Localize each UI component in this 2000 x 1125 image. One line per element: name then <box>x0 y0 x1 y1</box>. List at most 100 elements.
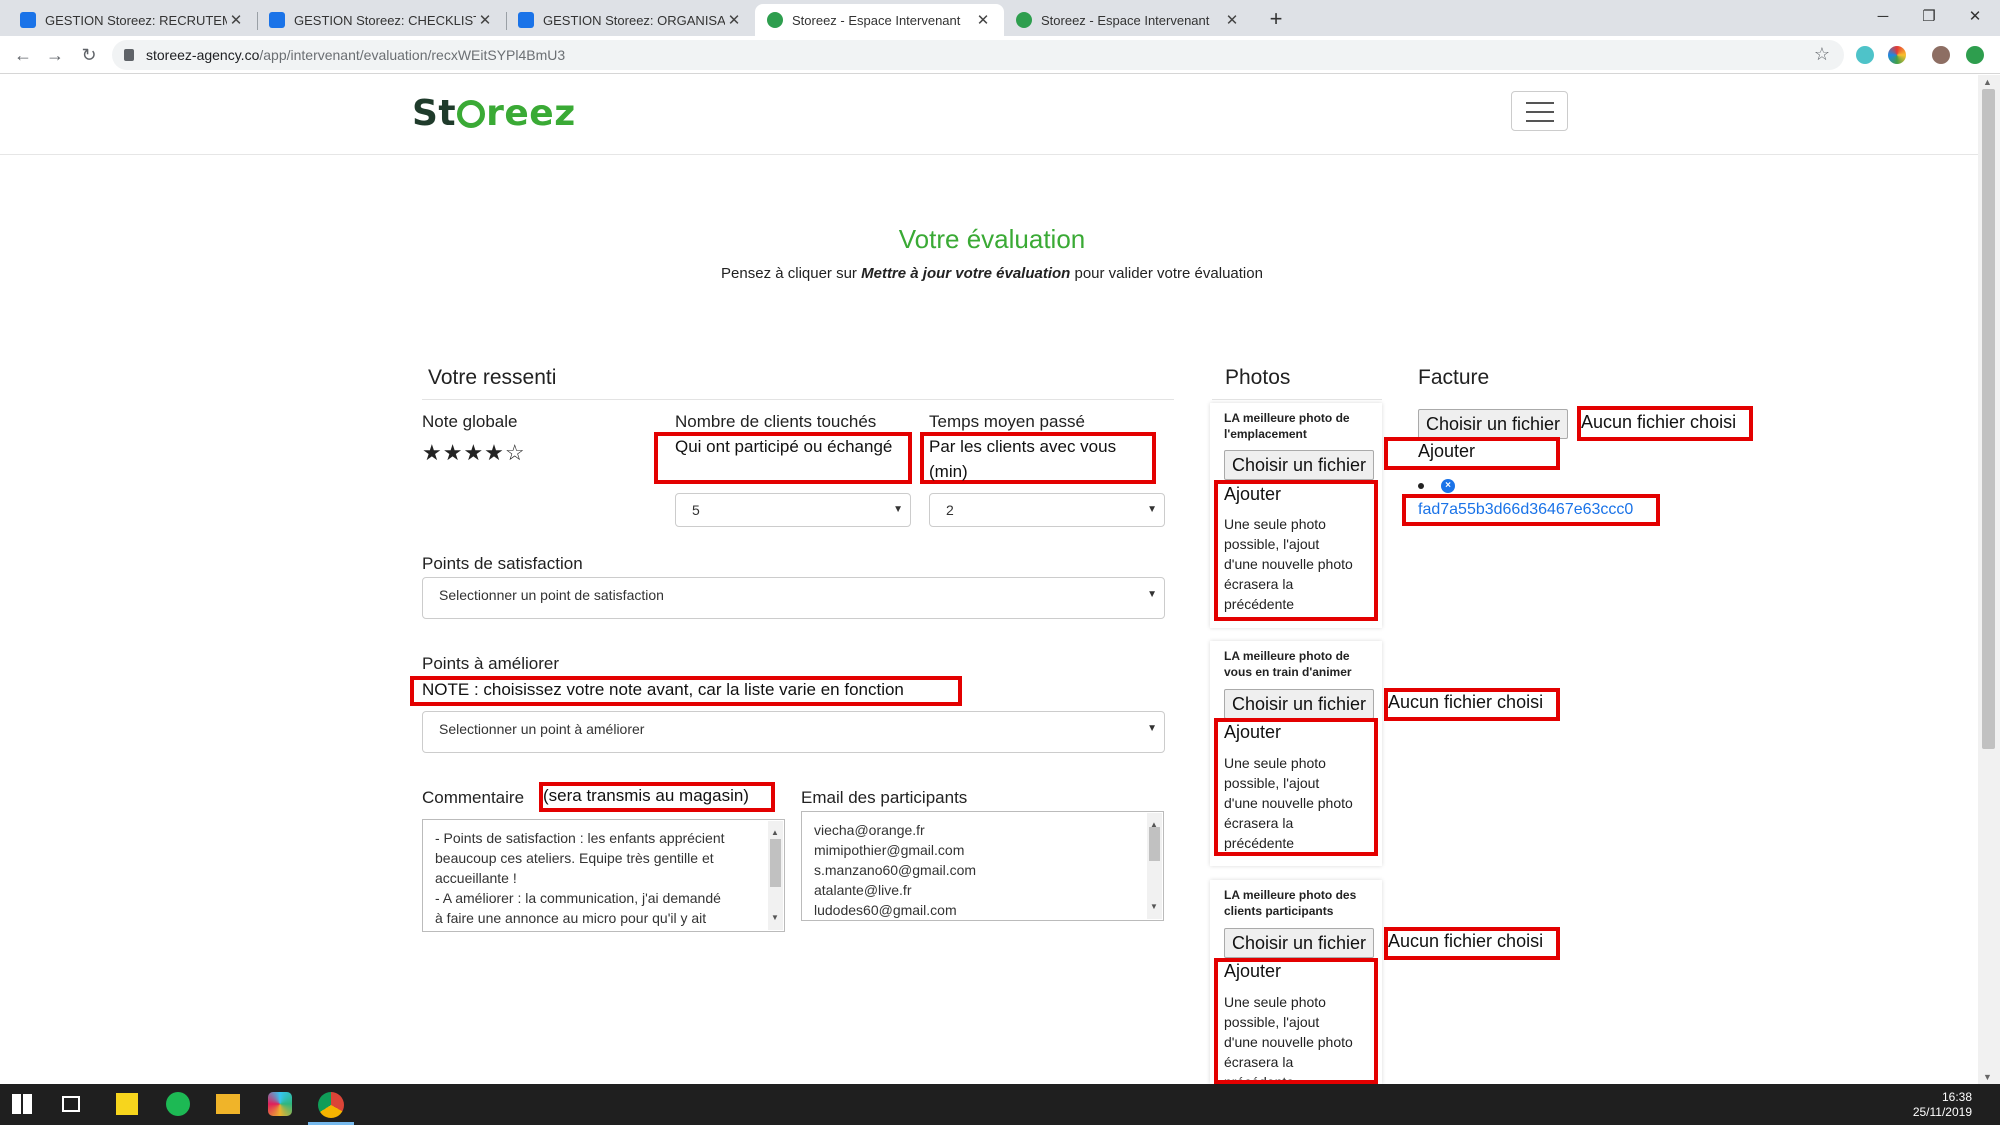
address-bar[interactable]: storeez-agency.co /app/intervenant/evalu… <box>112 40 1844 70</box>
email-line: s.manzano60@gmail.com <box>814 862 977 878</box>
photo-hint: Une seule photo possible, l'ajout d'une no… <box>1224 755 1353 851</box>
star-rating[interactable]: ★★★★☆ <box>422 440 526 466</box>
no-file-chosen-label: Aucun fichier choisi <box>1388 931 1544 951</box>
choose-file-button[interactable]: Choisir un fichier <box>1418 409 1569 439</box>
dropdown-arrow-icon: ▼ <box>1147 723 1157 734</box>
windows-start-icon[interactable] <box>12 1094 32 1114</box>
storeez-logo[interactable]: St reez <box>412 93 576 134</box>
add-photo-button[interactable]: Ajouter <box>1224 722 1281 743</box>
close-tab-icon[interactable]: ✕ <box>725 11 743 29</box>
add-photo-button[interactable]: Ajouter <box>1224 961 1281 982</box>
hamburger-line <box>1526 111 1554 113</box>
browser-tab[interactable]: GESTION Storeez: RECRUTEMENT ✕ <box>8 4 257 36</box>
email-label: Email des participants <box>801 788 968 807</box>
scroll-down-icon[interactable]: ▼ <box>1983 1072 1992 1082</box>
emails-textarea[interactable]: viecha@orange.fr mimipothier@gmail.com s… <box>801 811 1164 921</box>
ressenti-section-title: Votre ressenti <box>428 366 557 389</box>
color-extension-icon[interactable] <box>1888 46 1906 64</box>
tasks-icon <box>269 12 285 28</box>
browser-toolbar: ← → ↻ storeez-agency.co /app/intervenant… <box>0 36 2000 74</box>
photo-hint: Une seule photo possible, l'ajout d'une no… <box>1224 516 1353 612</box>
hamburger-line <box>1526 120 1554 122</box>
spotify-icon[interactable] <box>166 1092 190 1116</box>
ameliorer-label: Points à améliorer <box>422 654 560 673</box>
browser-tab[interactable]: GESTION Storeez: CHECKLISTS OP ✕ <box>257 4 506 36</box>
choose-file-button[interactable]: Choisir un fichier <box>1224 450 1375 480</box>
email-line: mimipothier@gmail.com <box>814 842 965 858</box>
close-tab-icon[interactable]: ✕ <box>476 11 494 29</box>
slack-icon[interactable] <box>268 1092 292 1116</box>
reload-icon[interactable]: ↻ <box>76 42 102 68</box>
sticky-notes-icon[interactable] <box>116 1093 138 1115</box>
tab-title: Storeez - Espace Intervenant <box>1041 12 1210 28</box>
forward-icon[interactable]: → <box>42 42 68 68</box>
page-title: Votre évaluation <box>898 224 1086 254</box>
no-file-chosen-label: Aucun fichier choisi <box>1388 692 1544 712</box>
clients-label: Nombre de clients touchés <box>675 412 877 431</box>
system-clock[interactable]: 16:38 25/11/2019 <box>1913 1090 1972 1120</box>
browser-tab[interactable]: Storeez - Espace Intervenant ✕ <box>1004 4 1253 36</box>
windows-taskbar: 16:38 25/11/2019 <box>0 1084 2000 1125</box>
temps-note: Par les clients avec vous (min) <box>929 437 1117 481</box>
add-photo-button[interactable]: Ajouter <box>1224 484 1281 505</box>
clients-select[interactable]: 5 ▼ <box>675 493 911 527</box>
clients-select-value: 5 <box>692 502 700 518</box>
photo-label: LA meilleure photo de l'emplacement <box>1224 411 1350 441</box>
new-tab-icon[interactable]: + <box>1262 6 1290 34</box>
close-tab-icon[interactable]: ✕ <box>974 11 992 29</box>
browser-tab-active[interactable]: Storeez - Espace Intervenant ✕ <box>755 4 1004 36</box>
email-line: viecha@orange.fr <box>814 822 925 838</box>
uploaded-invoice-link[interactable]: fad7a55b3d66d36467e63ccc0 <box>1418 501 1633 519</box>
commentaire-line: à faire une annonce au micro pour qu'il … <box>435 910 707 926</box>
temps-label: Temps moyen passé <box>929 412 1085 431</box>
tasks-icon <box>518 12 534 28</box>
task-view-icon[interactable] <box>62 1096 80 1112</box>
photo-hint: Une seule photo possible, l'ajout d'une no… <box>1224 994 1353 1080</box>
textarea-scrollbar[interactable]: ▲ ▼ <box>768 821 783 930</box>
site-header: St reez <box>0 75 1978 155</box>
choose-file-button[interactable]: Choisir un fichier <box>1224 928 1375 958</box>
close-window-icon[interactable]: ✕ <box>1952 4 1998 30</box>
logo-o-icon <box>457 100 486 128</box>
photo-label: LA meilleure photo des clients participan… <box>1224 888 1357 918</box>
note-globale-label: Note globale <box>422 412 518 431</box>
list-bullet <box>1418 483 1424 489</box>
ameliorer-note: NOTE : choisissez votre note avant, car … <box>422 680 904 699</box>
email-line: ludodes60@gmail.com <box>814 902 957 918</box>
commentaire-label: Commentaire <box>422 788 525 807</box>
lock-icon <box>124 49 134 61</box>
close-tab-icon[interactable]: ✕ <box>227 11 245 29</box>
ameliorer-select[interactable]: Selectionner un point à améliorer ▼ <box>422 711 1165 753</box>
scroll-up-icon[interactable]: ▲ <box>1983 77 1992 87</box>
hamburger-line <box>1526 102 1554 104</box>
tab-title: GESTION Storeez: CHECKLISTS OP <box>294 12 476 28</box>
scrollbar-thumb[interactable] <box>1982 89 1995 749</box>
bookmark-star-icon[interactable]: ☆ <box>1814 44 1830 65</box>
avatar[interactable] <box>1932 46 1950 64</box>
textarea-scrollbar[interactable]: ▲ ▼ <box>1147 813 1162 919</box>
restore-icon[interactable]: ❐ <box>1906 4 1952 30</box>
file-explorer-icon[interactable] <box>216 1094 240 1114</box>
browser-tab[interactable]: GESTION Storeez: ORGANISATION ✕ <box>506 4 755 36</box>
commentaire-line: beaucoup ces ateliers. Equipe très genti… <box>435 850 714 866</box>
dropdown-arrow-icon: ▼ <box>1147 504 1157 515</box>
add-facture-button[interactable]: Ajouter <box>1418 441 1475 462</box>
back-icon[interactable]: ← <box>10 42 36 68</box>
satisfaction-select[interactable]: Selectionner un point de satisfaction ▼ <box>422 577 1165 619</box>
email-line: atalante@live.fr <box>814 882 912 898</box>
extension-icon[interactable] <box>1856 46 1874 64</box>
url-path: /app/intervenant/evaluation/recxWEitSYPl… <box>259 47 566 63</box>
menu-toggle-button[interactable] <box>1511 91 1568 131</box>
satisfaction-label: Points de satisfaction <box>422 554 583 573</box>
minimize-icon[interactable]: ─ <box>1860 4 1906 30</box>
url-host: storeez-agency.co <box>146 47 260 63</box>
chrome-icon[interactable] <box>318 1092 344 1118</box>
commentaire-textarea[interactable]: - Points de satisfaction : les enfants a… <box>422 819 785 932</box>
clock-time: 16:38 <box>1941 1090 1972 1104</box>
close-tab-icon[interactable]: ✕ <box>1223 11 1241 29</box>
section-divider <box>1212 399 1382 400</box>
update-icon[interactable] <box>1966 46 1984 64</box>
temps-select[interactable]: 2 ▼ <box>929 493 1165 527</box>
choose-file-button[interactable]: Choisir un fichier <box>1224 689 1375 719</box>
remove-file-icon[interactable]: × <box>1441 479 1455 493</box>
